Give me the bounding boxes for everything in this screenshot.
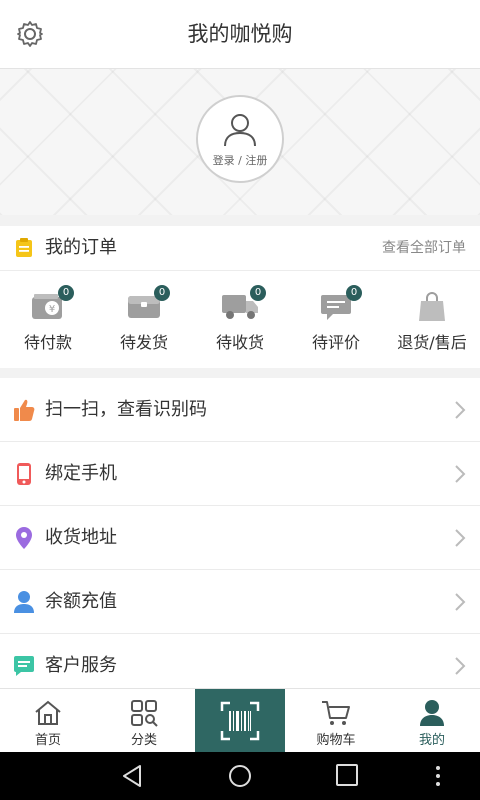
overflow-menu-button[interactable] (434, 764, 442, 792)
order-pending-receipt[interactable]: 0 待收货 (192, 271, 288, 368)
menu-label: 扫一扫，查看识别码 (45, 399, 207, 420)
more-vertical-icon (436, 766, 440, 786)
orders-header: 我的订单 查看全部订单 (0, 226, 480, 271)
chevron-right-icon (455, 401, 466, 419)
recent-apps-button[interactable] (336, 764, 358, 790)
order-label: 待付款 (23, 333, 72, 352)
shopping-bag-icon (419, 292, 445, 321)
order-pending-shipment[interactable]: 0 待发货 (96, 271, 192, 368)
recent-square-icon (336, 764, 358, 786)
orders-section: 我的订单 查看全部订单 ¥ 0 待付款 0 待发货 0 待收货 0 待评价 退货… (0, 226, 480, 368)
chevron-right-icon (455, 657, 466, 675)
menu-item-address[interactable]: 收货地址 (0, 506, 480, 570)
clipboard-icon (16, 238, 32, 257)
tab-label: 我的 (418, 733, 445, 748)
tab-home[interactable]: 首页 (0, 689, 96, 753)
home-system-button[interactable] (228, 764, 252, 792)
tab-scan[interactable] (195, 689, 285, 753)
tab-profile[interactable]: 我的 (384, 689, 480, 753)
order-pending-payment[interactable]: ¥ 0 待付款 (0, 271, 96, 368)
category-icon (131, 700, 158, 727)
menu-label: 收货地址 (45, 527, 117, 548)
chevron-right-icon (455, 593, 466, 611)
menu-label: 绑定手机 (45, 463, 117, 484)
home-circle-icon (229, 765, 251, 787)
order-count-badge: 0 (346, 285, 362, 301)
user-icon (14, 591, 34, 613)
menu-label: 余额充值 (45, 591, 117, 612)
menu-item-bind-phone[interactable]: 绑定手机 (0, 442, 480, 506)
order-label: 待发货 (119, 333, 168, 352)
tab-category[interactable]: 分类 (96, 689, 192, 753)
order-count-badge: 0 (154, 285, 170, 301)
chat-icon (14, 656, 34, 676)
orders-title: 我的订单 (45, 237, 117, 258)
order-returns-aftersales[interactable]: 退货/售后 (384, 271, 480, 368)
menu-item-recharge[interactable]: 余额充值 (0, 570, 480, 634)
cart-icon (322, 701, 350, 725)
location-pin-icon (16, 527, 32, 549)
page-title: 我的咖悦购 (187, 22, 293, 46)
chevron-right-icon (455, 465, 466, 483)
order-label: 待评价 (311, 333, 360, 352)
order-label: 退货/售后 (397, 333, 467, 352)
order-label: 待收货 (215, 333, 264, 352)
system-navigation-bar (0, 752, 480, 800)
home-icon (35, 700, 61, 725)
chevron-right-icon (455, 529, 466, 547)
back-triangle-icon (123, 765, 141, 787)
menu-item-scan[interactable]: 扫一扫，查看识别码 (0, 378, 480, 442)
view-all-orders-link[interactable]: 查看全部订单 (382, 226, 466, 270)
phone-icon (17, 463, 31, 485)
profile-icon (420, 700, 444, 726)
order-count-badge: 0 (58, 285, 74, 301)
thumbs-up-icon (14, 399, 35, 421)
order-pending-review[interactable]: 0 待评价 (288, 271, 384, 368)
user-avatar-icon (224, 114, 256, 147)
barcode-scan-icon (220, 701, 260, 741)
order-count-badge: 0 (250, 285, 266, 301)
svg-text:¥: ¥ (49, 304, 55, 315)
profile-banner: 登录 / 注册 (0, 69, 480, 215)
settings-menu-list: 扫一扫，查看识别码 绑定手机 收货地址 余额充值 客户服务 (0, 378, 480, 698)
tab-cart[interactable]: 购物车 (288, 689, 384, 753)
login-avatar-button[interactable]: 登录 / 注册 (196, 95, 284, 183)
tab-label: 购物车 (316, 733, 356, 748)
bottom-tab-bar: 首页 分类 购物车 我的 (0, 688, 480, 753)
back-button[interactable] (120, 764, 144, 792)
tab-label: 首页 (34, 733, 61, 748)
header-bar: 我的咖悦购 (0, 0, 480, 69)
tab-label: 分类 (130, 733, 157, 748)
login-register-label: 登录 / 注册 (212, 154, 268, 167)
